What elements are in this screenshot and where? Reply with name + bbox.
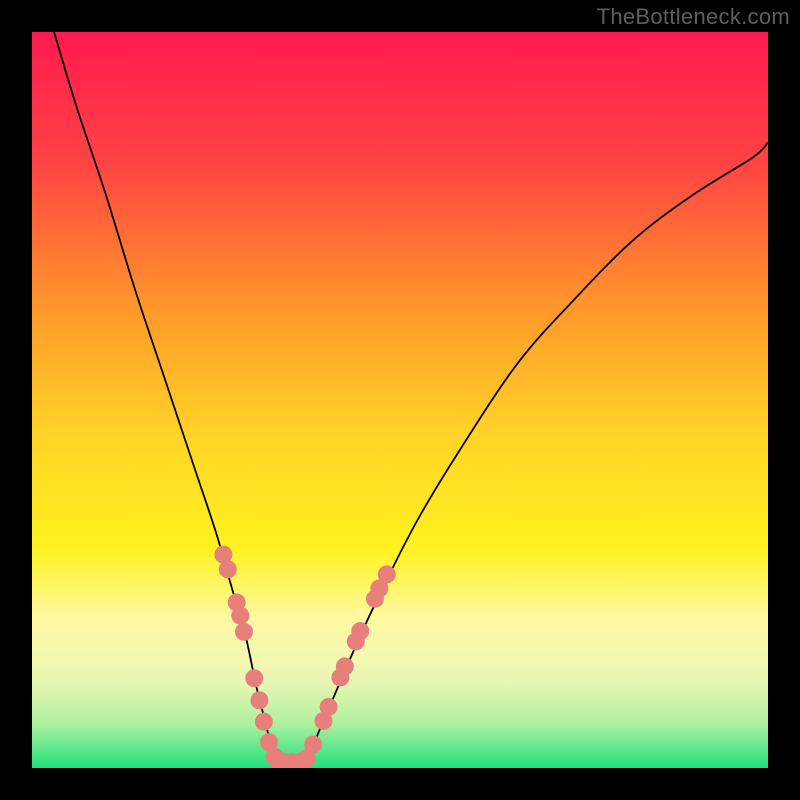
data-marker <box>235 623 253 641</box>
data-marker <box>231 607 249 625</box>
gradient-background <box>32 32 768 768</box>
data-marker <box>304 735 322 753</box>
data-marker <box>320 698 338 716</box>
data-marker <box>336 657 354 675</box>
watermark-text: TheBottleneck.com <box>597 4 790 30</box>
data-marker <box>378 565 396 583</box>
data-marker <box>255 713 273 731</box>
chart-outer: TheBottleneck.com <box>0 0 800 800</box>
data-marker <box>351 622 369 640</box>
data-marker <box>245 669 263 687</box>
chart-svg <box>32 32 768 768</box>
data-marker <box>250 691 268 709</box>
plot-area <box>32 32 768 768</box>
data-marker <box>219 560 237 578</box>
